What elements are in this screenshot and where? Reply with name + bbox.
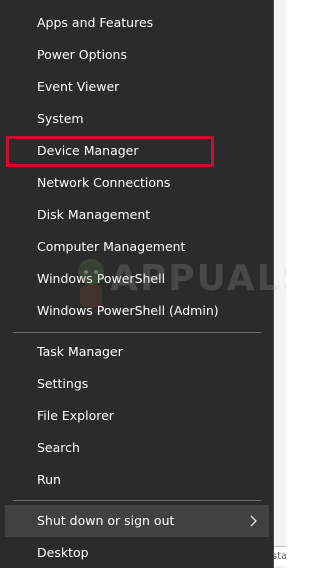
menu-item-label: Computer Management (37, 239, 186, 254)
menu-item-label: Windows PowerShell (Admin) (37, 303, 219, 318)
menu-separator (13, 332, 261, 333)
menu-item-apps-and-features[interactable]: Apps and Features (5, 7, 269, 39)
menu-item-label: Run (37, 472, 61, 487)
menu-item-label: Event Viewer (37, 79, 120, 94)
menu-item-event-viewer[interactable]: Event Viewer (5, 71, 269, 103)
desktop-background-edge (274, 0, 286, 568)
menu-item-device-manager[interactable]: Device Manager (5, 135, 269, 167)
menu-item-label: Apps and Features (37, 15, 154, 30)
menu-item-label: Shut down or sign out (37, 513, 175, 528)
menu-item-label: Power Options (37, 47, 127, 62)
menu-item-disk-management[interactable]: Disk Management (5, 199, 269, 231)
menu-separator (13, 500, 261, 501)
menu-item-file-explorer[interactable]: File Explorer (5, 400, 269, 432)
menu-item-settings[interactable]: Settings (5, 368, 269, 400)
menu-item-network-connections[interactable]: Network Connections (5, 167, 269, 199)
menu-item-shut-down-or-sign-out[interactable]: Shut down or sign out (5, 505, 269, 537)
winx-quick-link-menu: Apps and Features Power Options Event Vi… (0, 0, 286, 568)
menu-item-power-options[interactable]: Power Options (5, 39, 269, 71)
chevron-right-icon (250, 515, 257, 527)
menu-item-computer-management[interactable]: Computer Management (5, 231, 269, 263)
menu-item-desktop[interactable]: Desktop (5, 537, 269, 568)
screenshot-stage: state Apps and Features Power Options Ev… (0, 0, 286, 568)
menu-item-label: File Explorer (37, 408, 114, 423)
menu-item-label: Network Connections (37, 175, 171, 190)
menu-item-label: Desktop (37, 545, 89, 560)
menu-item-label: Disk Management (37, 207, 151, 222)
menu-item-label: Windows PowerShell (37, 271, 166, 286)
menu-item-search[interactable]: Search (5, 432, 269, 464)
menu-item-run[interactable]: Run (5, 464, 269, 496)
menu-item-windows-powershell[interactable]: Windows PowerShell (5, 263, 269, 295)
menu-item-label: Task Manager (37, 344, 123, 359)
menu-item-label: System (37, 111, 84, 126)
menu-item-label: Device Manager (37, 143, 139, 158)
menu-item-label: Settings (37, 376, 89, 391)
menu-item-windows-powershell-admin[interactable]: Windows PowerShell (Admin) (5, 295, 269, 327)
menu-item-task-manager[interactable]: Task Manager (5, 336, 269, 368)
menu-item-system[interactable]: System (5, 103, 269, 135)
menu-item-label: Search (37, 440, 80, 455)
